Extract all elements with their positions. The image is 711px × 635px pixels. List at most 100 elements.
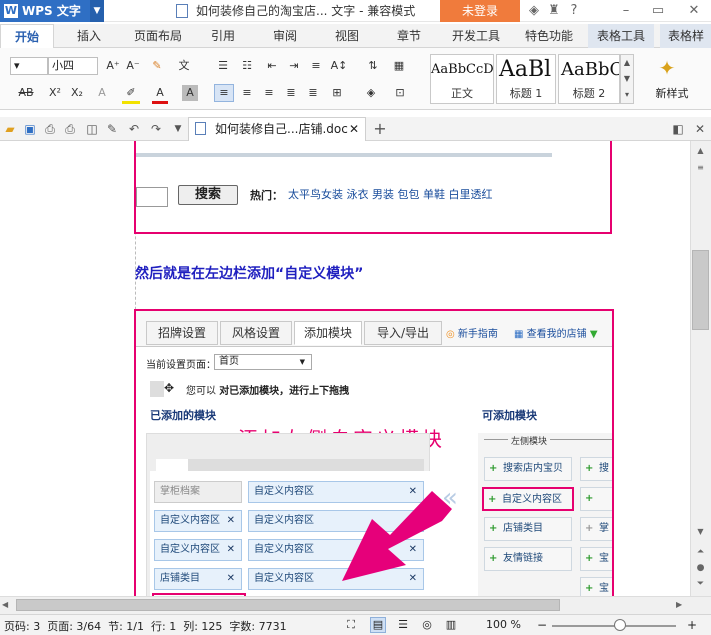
align-right-icon[interactable]: ≡ xyxy=(260,85,278,101)
justify-icon[interactable]: ≣ xyxy=(282,85,300,101)
scroll-top-icon[interactable]: ≡ xyxy=(692,160,709,176)
redo-icon[interactable]: ↷ xyxy=(148,121,164,137)
chevron-down-icon[interactable]: ▼ xyxy=(90,0,104,22)
increase-indent-icon[interactable]: ⇥ xyxy=(284,58,304,74)
scroll-right-icon[interactable]: ▶ xyxy=(676,598,688,612)
tab-features[interactable]: 特色功能 xyxy=(516,24,582,48)
line-spacing-icon[interactable]: ≡ xyxy=(306,58,326,74)
avail-module-cut-2[interactable]: + xyxy=(580,487,612,511)
close-doc-icon[interactable]: ✕ xyxy=(692,121,708,137)
scroll-left-icon[interactable]: ◀ xyxy=(2,598,14,612)
select-browse-icon[interactable]: ● xyxy=(692,560,709,576)
tab-table-style[interactable]: 表格样 xyxy=(660,24,711,48)
avail-module-cut-1[interactable]: + 搜 xyxy=(580,457,612,481)
restore-icon[interactable]: ◧ xyxy=(670,121,686,137)
close-tab-icon[interactable]: ✕ xyxy=(349,118,359,140)
app-menu-button[interactable]: W WPS 文字 ▼ xyxy=(0,0,104,22)
char-shading-icon[interactable]: A xyxy=(182,85,198,101)
font-size-select[interactable]: 小四 xyxy=(48,57,98,75)
view-shop-link[interactable]: ▦ 查看我的店铺 ▼ xyxy=(514,325,598,340)
avail-module-cut-4[interactable]: + 宝 xyxy=(580,547,612,571)
maximize-icon[interactable]: ▭ xyxy=(650,3,666,19)
module-left-1[interactable]: 掌柜档案 xyxy=(154,481,242,503)
tab-references[interactable]: 引用 xyxy=(200,24,246,48)
export-pdf-icon[interactable]: ⎙ xyxy=(42,121,58,137)
para-settings-icon[interactable]: ⊞ xyxy=(326,85,348,101)
close-icon[interactable]: ✕ xyxy=(686,3,702,19)
highlight-icon[interactable]: ✐ xyxy=(122,85,140,104)
new-style-button[interactable]: 新样式 xyxy=(642,85,702,101)
zoom-out-icon[interactable]: − xyxy=(536,618,548,632)
tab-table-tools[interactable]: 表格工具 xyxy=(588,24,654,48)
full-screen-icon[interactable]: ⛶ xyxy=(344,618,358,632)
bullet-list-icon[interactable]: ☰ xyxy=(212,58,234,74)
strikethrough-icon[interactable]: AB xyxy=(12,85,40,101)
undo-icon[interactable]: ↶ xyxy=(126,121,142,137)
save-icon[interactable]: ▣ xyxy=(22,121,38,137)
tab-page-layout[interactable]: 页面布局 xyxy=(126,24,190,48)
outline-view-icon[interactable]: ☰ xyxy=(396,618,410,632)
pinyin-icon[interactable]: 文 xyxy=(172,58,196,74)
h-scroll-thumb[interactable] xyxy=(16,599,560,611)
tab-insert[interactable]: 插入 xyxy=(64,24,114,48)
preview-icon[interactable]: ◫ xyxy=(84,121,100,137)
prev-page-icon[interactable]: ⏶ xyxy=(692,544,709,560)
font-color-icon[interactable]: A xyxy=(152,85,168,104)
superscript-icon[interactable]: X² xyxy=(46,85,64,101)
decrease-indent-icon[interactable]: ⇤ xyxy=(262,58,282,74)
print-icon[interactable]: ⎙ xyxy=(62,121,78,137)
align-center-icon[interactable]: ≡ xyxy=(238,85,256,101)
next-page-icon[interactable]: ⏷ xyxy=(692,576,709,592)
format-painter-icon[interactable]: ✎ xyxy=(104,121,120,137)
clear-format-icon[interactable]: ✎ xyxy=(148,58,166,74)
guide-link[interactable]: ◎ 新手指南 xyxy=(446,325,498,340)
shrink-font-icon[interactable]: A⁻ xyxy=(124,58,142,74)
customize-icon[interactable]: ▼ xyxy=(170,121,186,137)
new-style-icon[interactable]: ✦ xyxy=(652,56,682,82)
zoom-value[interactable]: 100 % xyxy=(486,618,521,631)
shirt-icon[interactable]: ♜ xyxy=(546,3,562,19)
remove-icon[interactable]: ✕ xyxy=(227,540,235,560)
search-input[interactable] xyxy=(136,187,168,207)
font-name-select[interactable]: ▾ xyxy=(10,57,48,75)
shading-icon[interactable]: ◈ xyxy=(360,85,382,101)
inner-tab-import-export[interactable]: 导入/导出 xyxy=(364,321,442,345)
current-page-select[interactable]: 首页 ▼ xyxy=(214,354,312,370)
borders-icon[interactable]: ⊡ xyxy=(390,85,410,101)
inner-tab-add-module[interactable]: 添加模块 xyxy=(294,321,362,345)
minimize-icon[interactable]: – xyxy=(618,3,634,19)
inner-tab-sign[interactable]: 招牌设置 xyxy=(146,321,218,345)
style-normal[interactable]: AaBbCcD 正文 xyxy=(430,54,494,104)
tab-developer[interactable]: 开发工具 xyxy=(444,24,508,48)
avail-module-3[interactable]: + 店铺类目 xyxy=(484,517,572,541)
help-icon[interactable]: ? xyxy=(566,3,582,19)
avail-module-2[interactable]: + 自定义内容区 xyxy=(482,487,574,511)
login-button[interactable]: 未登录 xyxy=(440,0,520,22)
scroll-up-icon[interactable]: ▲ xyxy=(692,143,709,159)
subscript-icon[interactable]: X₂ xyxy=(68,85,86,101)
tab-chapter[interactable]: 章节 xyxy=(386,24,432,48)
avail-module-cut-5[interactable]: + 宝 xyxy=(580,577,612,596)
module-left-2[interactable]: 自定义内容区 ✕ xyxy=(154,510,242,532)
page-view-icon[interactable]: ▤ xyxy=(370,617,386,633)
inner-tab-style[interactable]: 风格设置 xyxy=(220,321,292,345)
scroll-thumb[interactable] xyxy=(692,250,709,330)
distribute-icon[interactable]: ≣ xyxy=(304,85,322,101)
grow-font-icon[interactable]: A⁺ xyxy=(104,58,122,74)
style-heading-2[interactable]: AaBbC 标题 2 xyxy=(558,54,620,104)
module-left-4[interactable]: 店铺类目 ✕ xyxy=(154,568,242,590)
remove-icon[interactable]: ✕ xyxy=(227,569,235,589)
document-tab[interactable]: 如何装修自己...店铺.doc ✕ xyxy=(188,117,366,141)
table-border-icon[interactable]: ▦ xyxy=(390,58,408,74)
search-button[interactable]: 搜索 xyxy=(178,185,238,205)
skin-icon[interactable]: ◈ xyxy=(526,3,542,19)
style-scroll[interactable]: ▲ ▼ ▾ xyxy=(620,54,634,104)
web-view-icon[interactable]: ◎ xyxy=(420,618,434,632)
remove-icon[interactable]: ✕ xyxy=(227,511,235,531)
open-icon[interactable]: ▰ xyxy=(2,121,18,137)
module-left-3[interactable]: 自定义内容区 ✕ xyxy=(154,539,242,561)
zoom-in-icon[interactable]: + xyxy=(686,618,698,632)
text-direction-icon[interactable]: A↕ xyxy=(328,58,350,74)
hot-links[interactable]: 太平鸟女装 泳衣 男装 包包 单鞋 白里透红 xyxy=(288,186,492,202)
avail-module-4[interactable]: + 友情链接 xyxy=(484,547,572,571)
